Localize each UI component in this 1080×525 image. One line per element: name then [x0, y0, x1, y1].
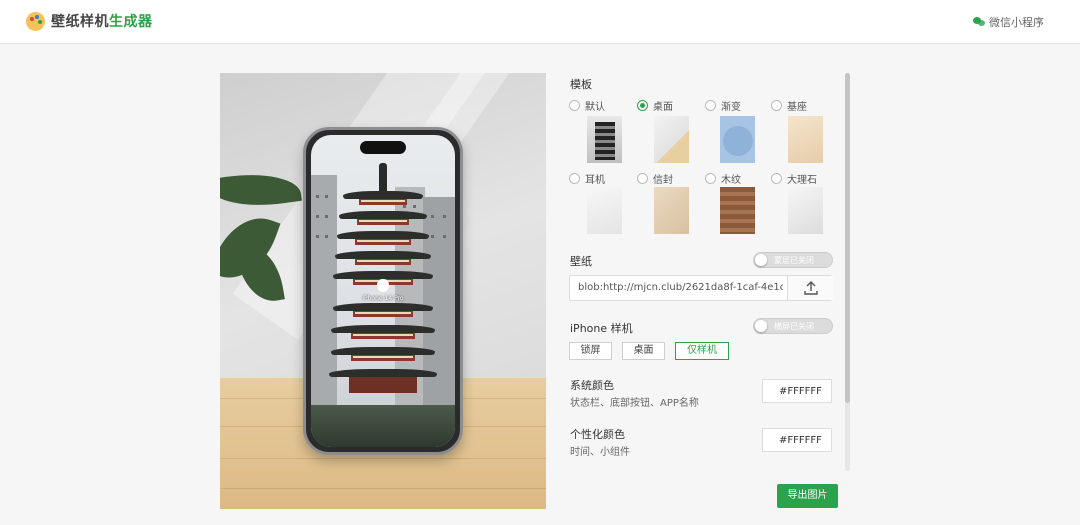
mode-homescreen-button[interactable]: 桌面 [622, 342, 665, 360]
template-thumb-base[interactable] [788, 116, 823, 163]
template-thumb-default[interactable] [587, 116, 622, 163]
template-label: 模板 [570, 78, 592, 91]
template-option-envelope[interactable]: 信封 [637, 171, 673, 186]
system-color-label: 系统颜色 [570, 379, 614, 392]
pagoda-spire [379, 163, 387, 193]
wechat-miniprogram-link[interactable]: 微信小程序 [973, 14, 1044, 30]
radio-desk[interactable] [637, 100, 648, 111]
template-thumb-earphone[interactable] [587, 187, 622, 234]
radio-default[interactable] [569, 100, 580, 111]
radio-earphone[interactable] [569, 173, 580, 184]
tree-foliage [311, 405, 455, 447]
app-header: 壁纸样机生成器 微信小程序 [0, 0, 1080, 44]
toggle-knob [755, 254, 767, 266]
wallpaper-overlay-toggle[interactable]: 蒙层已关闭 [753, 252, 833, 268]
export-image-button[interactable]: 导出图片 [777, 484, 838, 508]
template-thumb-envelope[interactable] [654, 187, 689, 234]
template-option-base[interactable]: 基座 [771, 98, 807, 113]
upload-button[interactable] [787, 276, 833, 300]
custom-color-input[interactable]: #FFFFFF [762, 428, 832, 452]
template-option-marble[interactable]: 大理石 [771, 171, 817, 186]
iphone-mockup-label: iPhone 样机 [570, 322, 633, 335]
apple-logo-icon [377, 279, 389, 292]
mode-device-only-button[interactable]: 仅样机 [675, 342, 729, 360]
wallpaper-url-field[interactable]: blob:http://mjcn.club/2621da8f-1caf-4e1c [569, 275, 833, 301]
template-thumb-gradient[interactable] [720, 116, 755, 163]
scrollbar-thumb[interactable] [845, 73, 850, 403]
radio-envelope[interactable] [637, 173, 648, 184]
phone-screen: iPhone 14 Pro [311, 135, 455, 447]
template-option-wood[interactable]: 木纹 [705, 171, 741, 186]
mode-lockscreen-button[interactable]: 锁屏 [569, 342, 612, 360]
system-color-input[interactable]: #FFFFFF [762, 379, 832, 403]
wallpaper-url-value[interactable]: blob:http://mjcn.club/2621da8f-1caf-4e1c [578, 282, 783, 293]
radio-marble[interactable] [771, 173, 782, 184]
landscape-toggle[interactable]: 横屏已关闭 [753, 318, 833, 334]
app-title: 壁纸样机生成器 [51, 14, 153, 30]
wechat-icon [973, 17, 985, 27]
template-option-gradient[interactable]: 渐变 [705, 98, 741, 113]
palette-icon [26, 11, 45, 31]
custom-color-label: 个性化颜色 [570, 428, 625, 441]
brand[interactable]: 壁纸样机生成器 [26, 11, 153, 31]
phone-caption: iPhone 14 Pro [362, 295, 404, 302]
template-thumb-wood[interactable] [720, 187, 755, 234]
upload-icon [804, 281, 818, 295]
custom-color-desc: 时间、小组件 [570, 447, 630, 458]
template-option-earphone[interactable]: 耳机 [569, 171, 605, 186]
template-option-desk[interactable]: 桌面 [637, 98, 673, 113]
wechat-label: 微信小程序 [989, 16, 1044, 29]
toggle-knob [755, 320, 767, 332]
template-thumb-marble[interactable] [788, 187, 823, 234]
radio-gradient[interactable] [705, 100, 716, 111]
template-thumb-desk[interactable] [654, 116, 689, 163]
wallpaper-label: 壁纸 [570, 255, 592, 268]
system-color-desc: 状态栏、底部按钮、APP名称 [570, 398, 699, 409]
dynamic-island [360, 141, 406, 154]
radio-wood[interactable] [705, 173, 716, 184]
iphone-mockup: iPhone 14 Pro [303, 127, 463, 455]
template-option-default[interactable]: 默认 [569, 98, 605, 113]
mockup-preview: iPhone 14 Pro [220, 73, 546, 509]
radio-base[interactable] [771, 100, 782, 111]
panel-scrollbar[interactable] [845, 73, 850, 471]
